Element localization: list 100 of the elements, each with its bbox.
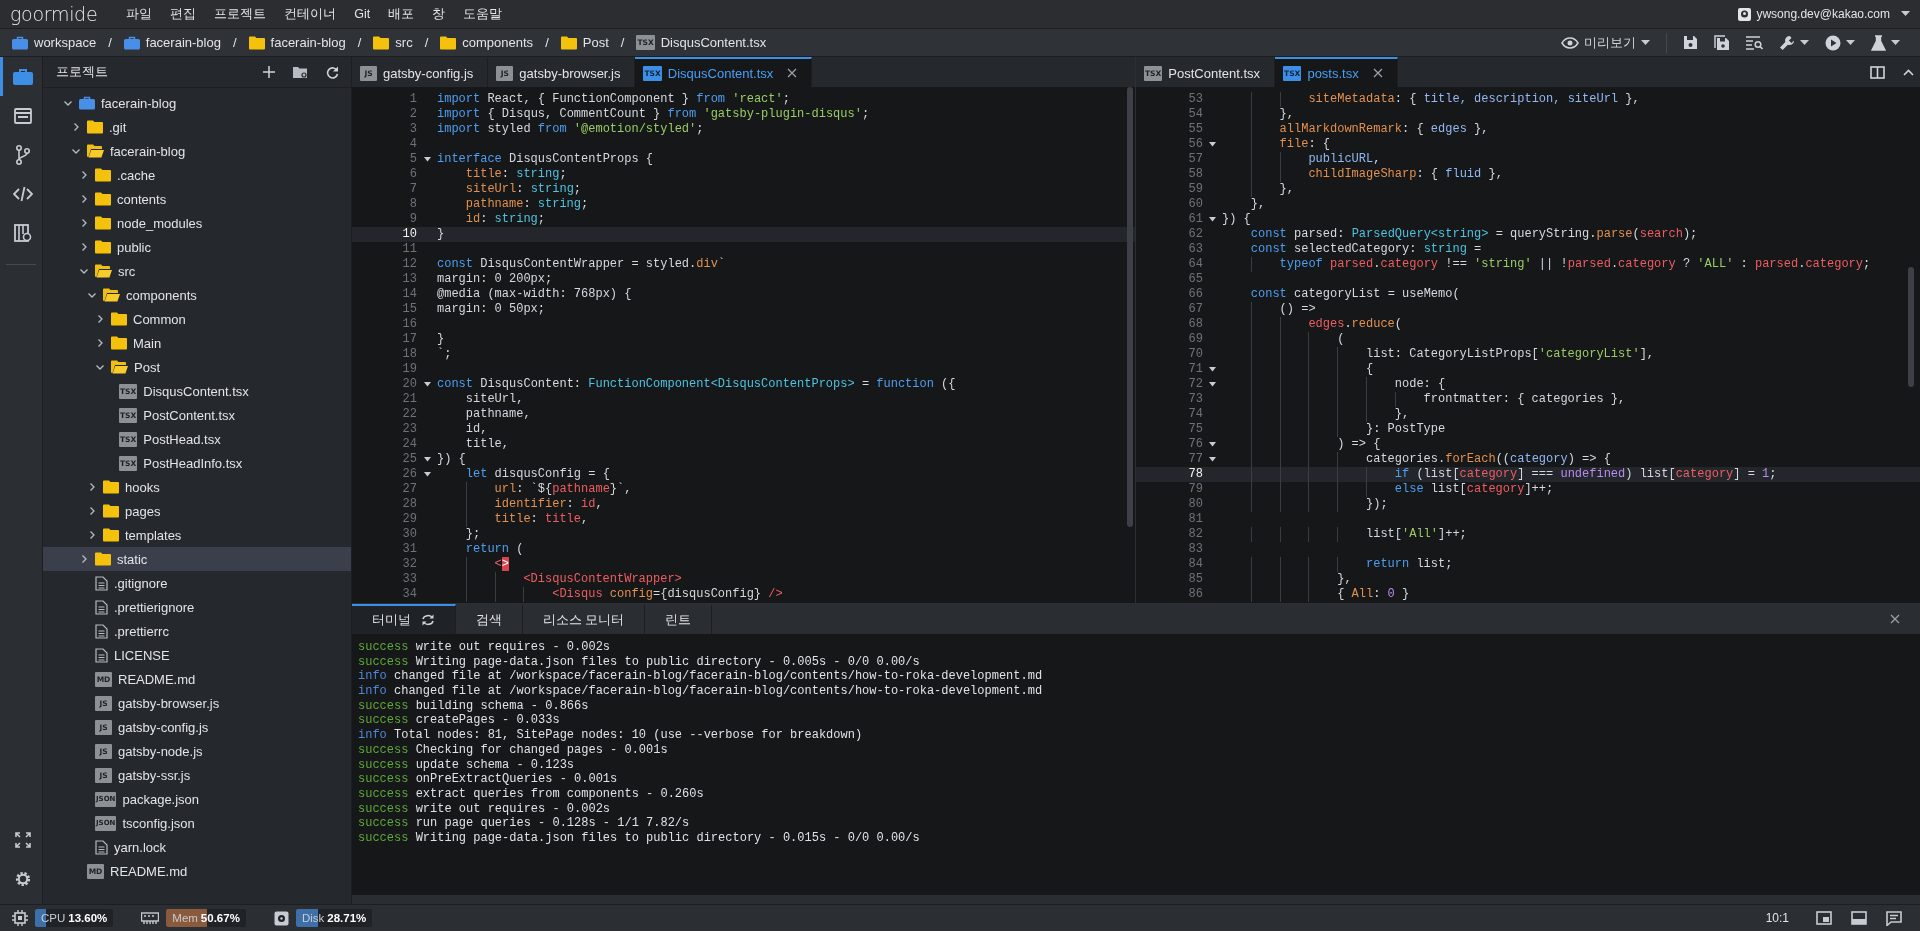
refresh-icon[interactable] [421,614,435,626]
tree-item[interactable]: .cache [43,163,351,187]
chevron-right-icon[interactable] [79,554,89,564]
book-icon[interactable] [13,223,32,242]
refresh-icon[interactable] [326,65,339,79]
panel-tab[interactable]: 리소스 모니터 [523,604,646,634]
menu-item[interactable]: 프로젝트 [205,5,276,23]
scrollbar[interactable] [1908,267,1914,387]
chevron-right-icon[interactable] [87,530,97,540]
tree-item[interactable]: node_modules [43,211,351,235]
fold-arrow-icon[interactable] [1209,382,1216,387]
fold-arrow-icon[interactable] [423,157,431,162]
app-logo[interactable]: goormide [10,3,98,25]
line-number: 56 [1187,137,1203,152]
chevron-right-icon[interactable] [71,122,81,132]
line-number: 80 [1187,497,1203,512]
breadcrumb-item[interactable]: Post [560,35,609,50]
menu-item[interactable]: 파일 [117,5,162,23]
code-icon[interactable] [12,185,33,202]
chevron-right-icon[interactable] [79,194,89,204]
tree-item[interactable]: LICENSE [43,643,351,667]
tree-item[interactable]: contents [43,187,351,211]
close-icon[interactable] [787,68,798,78]
chevron-down-icon[interactable] [63,98,73,108]
breadcrumb-item[interactable]: components [440,35,534,50]
chevron-up-icon[interactable] [1903,68,1914,76]
breadcrumb-separator: / [357,35,362,50]
scrollbar[interactable] [1127,87,1133,527]
caret-down-icon [1846,39,1855,46]
chevron-right-icon[interactable] [87,482,97,492]
tree-item[interactable]: facerain-blog [43,91,351,115]
fold-arrow-icon[interactable] [1209,217,1216,222]
chevron-right-icon[interactable] [95,338,105,348]
chevron-down-icon[interactable] [87,290,97,300]
account-menu[interactable]: ywsong.dev@kakao.com [1738,7,1910,21]
tree-item[interactable]: src [43,259,351,283]
panel-tab[interactable]: 터미널 [352,604,456,634]
menu-item[interactable]: 배포 [379,5,424,23]
add-icon[interactable] [263,66,275,78]
briefcase-icon[interactable] [12,67,33,86]
fold-arrow-icon[interactable] [1209,442,1216,447]
tree-item[interactable]: Main [43,331,351,355]
chevron-down-icon[interactable] [71,146,81,156]
tree-item[interactable]: .git [43,115,351,139]
preview-button[interactable]: 미리보기 [1553,31,1658,54]
tree-item[interactable]: templates [43,523,351,547]
tree-item[interactable]: hooks [43,475,351,499]
terminal-line: success write out requires - 0.002s [358,640,612,655]
tree-item[interactable]: pages [43,499,351,523]
tree-item[interactable]: .prettierignore [43,595,351,619]
fold-arrow-icon[interactable] [423,472,431,477]
menu-item[interactable]: 편집 [161,5,206,23]
split-view-icon[interactable] [1870,65,1885,79]
breadcrumb-item[interactable]: facerain-blog [248,35,346,50]
expand-icon[interactable] [14,831,31,848]
chip-icon [12,910,28,926]
window-icon[interactable] [1816,911,1832,925]
chevron-down-icon[interactable] [95,362,105,372]
fold-arrow-icon[interactable] [423,457,431,462]
fold-arrow-icon[interactable] [423,382,431,387]
close-icon[interactable] [1890,614,1900,624]
tree-item[interactable]: .prettierrc [43,619,351,643]
tree-item[interactable]: public [43,235,351,259]
fold-arrow-icon[interactable] [1209,457,1216,462]
fold-arrow-icon[interactable] [1209,142,1216,147]
menu-item[interactable]: 창 [423,5,455,23]
chevron-right-icon[interactable] [95,314,105,324]
folder-settings-icon[interactable] [293,65,308,79]
menu-item[interactable]: 도움말 [454,5,512,23]
code-line: }) { [437,452,466,467]
chevron-right-icon[interactable] [79,242,89,252]
bottom-panel-icon[interactable] [1851,911,1867,925]
breadcrumb-item[interactable]: facerain-blog [123,35,221,50]
fold-arrow-icon[interactable] [1209,367,1216,372]
branch-icon[interactable] [14,144,31,165]
chevron-right-icon[interactable] [79,218,89,228]
chevron-down-icon[interactable] [79,266,89,276]
menu-item[interactable]: Git [345,7,380,21]
tree-item[interactable]: static [43,547,351,571]
window-icon[interactable] [13,107,32,124]
chat-icon[interactable] [1886,910,1902,926]
chevron-right-icon[interactable] [87,506,97,516]
tree-item[interactable]: facerain-blog [43,139,351,163]
breadcrumb-item[interactable]: workspace [12,35,97,50]
panel-tab[interactable]: 린트 [645,604,713,634]
tree-item[interactable]: Common [43,307,351,331]
chevron-right-icon[interactable] [79,170,89,180]
panel-tab[interactable]: 검색 [456,604,523,634]
briefcase-icon [12,35,28,50]
tree-item[interactable]: Post [43,355,351,379]
close-icon[interactable] [1372,68,1383,78]
breadcrumb-item[interactable]: src [373,35,413,50]
code-line: pathname: string; [464,197,589,212]
code-line: <> [437,557,509,572]
tree-item[interactable]: yarn.lock [43,835,351,859]
menu-item[interactable]: 컨테이너 [275,5,346,23]
tree-item[interactable]: .gitignore [43,571,351,595]
briefcase-icon [79,96,95,110]
settings-icon[interactable] [13,869,32,888]
tree-item[interactable]: components [43,283,351,307]
